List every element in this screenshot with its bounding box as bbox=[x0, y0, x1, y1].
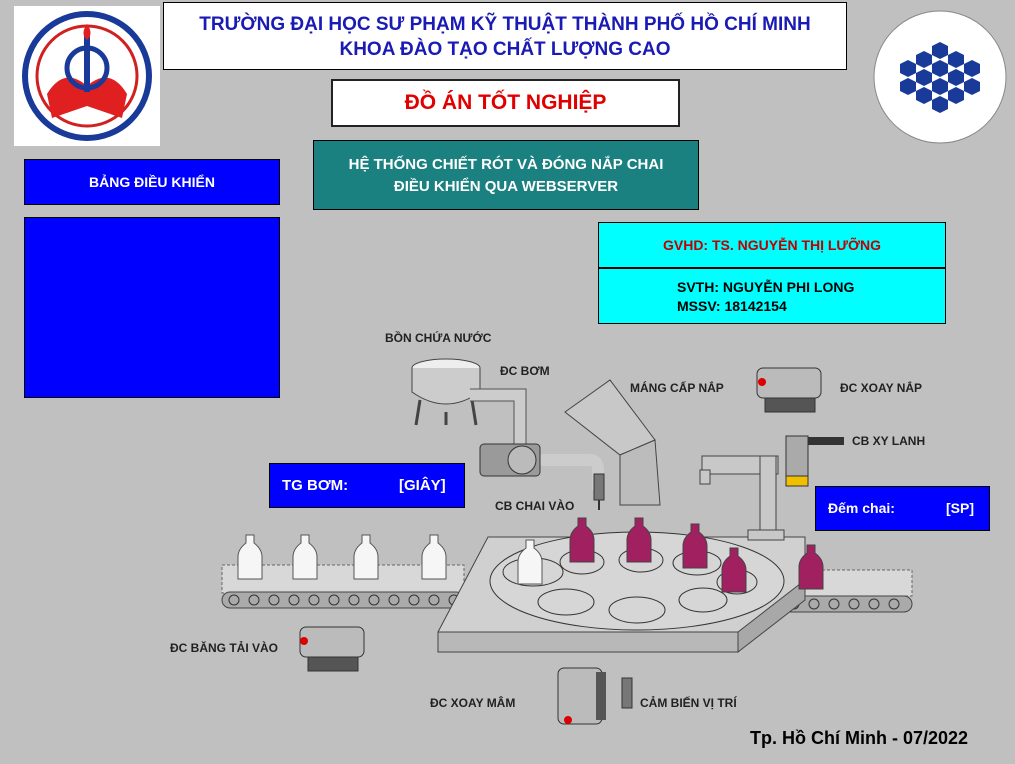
table-motor-device bbox=[557, 667, 606, 725]
cap-feeder-chute bbox=[564, 379, 661, 506]
label-cap-motor: ĐC XOAY NẮP bbox=[840, 381, 923, 395]
capping-arm bbox=[699, 455, 785, 541]
footer-place-date: Tp. Hồ Chí Minh - 07/2022 bbox=[750, 728, 969, 748]
cylinder-sensor-device bbox=[785, 435, 844, 487]
bottle-count-display[interactable]: Đếm chai: [SP] bbox=[815, 486, 990, 531]
bottle-count-unit: [SP] bbox=[946, 500, 974, 516]
label-bottle-sensor: CB CHAI VÀO bbox=[495, 499, 575, 513]
conveyor-motor-device bbox=[299, 626, 365, 672]
label-water-tank: BỒN CHỨA NƯỚC bbox=[385, 331, 492, 345]
rotary-table bbox=[437, 531, 806, 654]
label-conveyor-motor: ĐC BĂNG TẢI VÀO bbox=[170, 641, 278, 655]
pump-time-label: TG BƠM: bbox=[282, 477, 349, 494]
label-position-sensor: CẢM BIẾN VỊ TRÍ bbox=[640, 696, 737, 710]
label-cap-feeder: MÁNG CẤP NẮP bbox=[630, 381, 724, 395]
bottle-sensor-device bbox=[593, 473, 605, 510]
cap-motor-device bbox=[756, 367, 822, 413]
label-cylinder-sensor: CB XY LANH bbox=[852, 434, 926, 448]
label-table-motor: ĐC XOAY MÂM bbox=[430, 696, 516, 710]
label-pump-motor: ĐC BƠM bbox=[500, 364, 550, 378]
pump bbox=[479, 443, 541, 477]
position-sensor-device bbox=[621, 677, 633, 709]
pump-time-display[interactable]: TG BƠM: [GIÂY] bbox=[269, 463, 465, 508]
pump-time-unit: [GIÂY] bbox=[399, 477, 446, 494]
water-tank bbox=[411, 358, 481, 426]
bottle-count-label: Đếm chai: bbox=[828, 500, 895, 516]
